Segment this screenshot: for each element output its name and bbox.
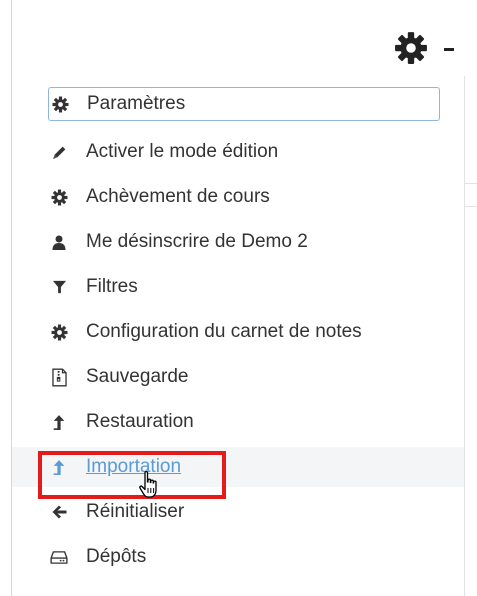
menu-item-backup[interactable]: Sauvegarde [12, 357, 464, 397]
filter-icon [50, 278, 68, 296]
menu-item-unenrol[interactable]: Me désinscrire de Demo 2 [12, 222, 464, 262]
gear-icon [51, 95, 69, 113]
menu-item-label: Réinitialiser [86, 501, 185, 522]
course-admin-screen: Paramètres Activer le mode édition Achèv… [0, 0, 477, 596]
menu-item-gradebook-setup[interactable]: Configuration du carnet de notes [12, 312, 464, 352]
upload-arrow-icon [50, 458, 68, 476]
menu-item-label: Paramètres [87, 93, 186, 114]
arrow-left-icon [50, 503, 68, 521]
menu-item-label: Sauvegarde [86, 366, 189, 387]
menu-item-label: Filtres [86, 276, 138, 297]
gear-icon [50, 323, 68, 341]
gear-icon [50, 188, 68, 206]
menu-item-label: Dépôts [86, 546, 147, 567]
caret-down-icon [444, 47, 454, 51]
menu-item-filters[interactable]: Filtres [12, 267, 464, 307]
upload-arrow-icon [50, 413, 68, 431]
user-icon [50, 233, 68, 251]
menu-item-import[interactable]: Importation [12, 447, 464, 487]
archive-file-icon [50, 368, 68, 386]
menu-item-edit-mode[interactable]: Activer le mode édition [12, 132, 464, 172]
menu-item-label: Me désinscrire de Demo 2 [86, 231, 308, 252]
menu-item-reset[interactable]: Réinitialiser [12, 492, 464, 532]
drive-icon [50, 548, 68, 566]
menu-item-label: Restauration [86, 411, 194, 432]
actions-menu-toggle[interactable] [394, 30, 466, 66]
menu-item-repositories[interactable]: Dépôts [12, 537, 464, 577]
menu-item-label: Importation [86, 456, 182, 477]
menu-border [464, 76, 465, 596]
pencil-icon [50, 143, 68, 161]
menu-item-parametres[interactable]: Paramètres [48, 87, 440, 121]
menu-item-course-completion[interactable]: Achèvement de cours [12, 177, 464, 217]
menu-item-label: Activer le mode édition [86, 141, 279, 162]
background-table-edge [465, 183, 477, 207]
menu-item-restore[interactable]: Restauration [12, 402, 464, 442]
menu-item-label: Configuration du carnet de notes [86, 321, 362, 342]
gear-icon [395, 32, 427, 64]
menu-item-label: Achèvement de cours [86, 186, 270, 207]
